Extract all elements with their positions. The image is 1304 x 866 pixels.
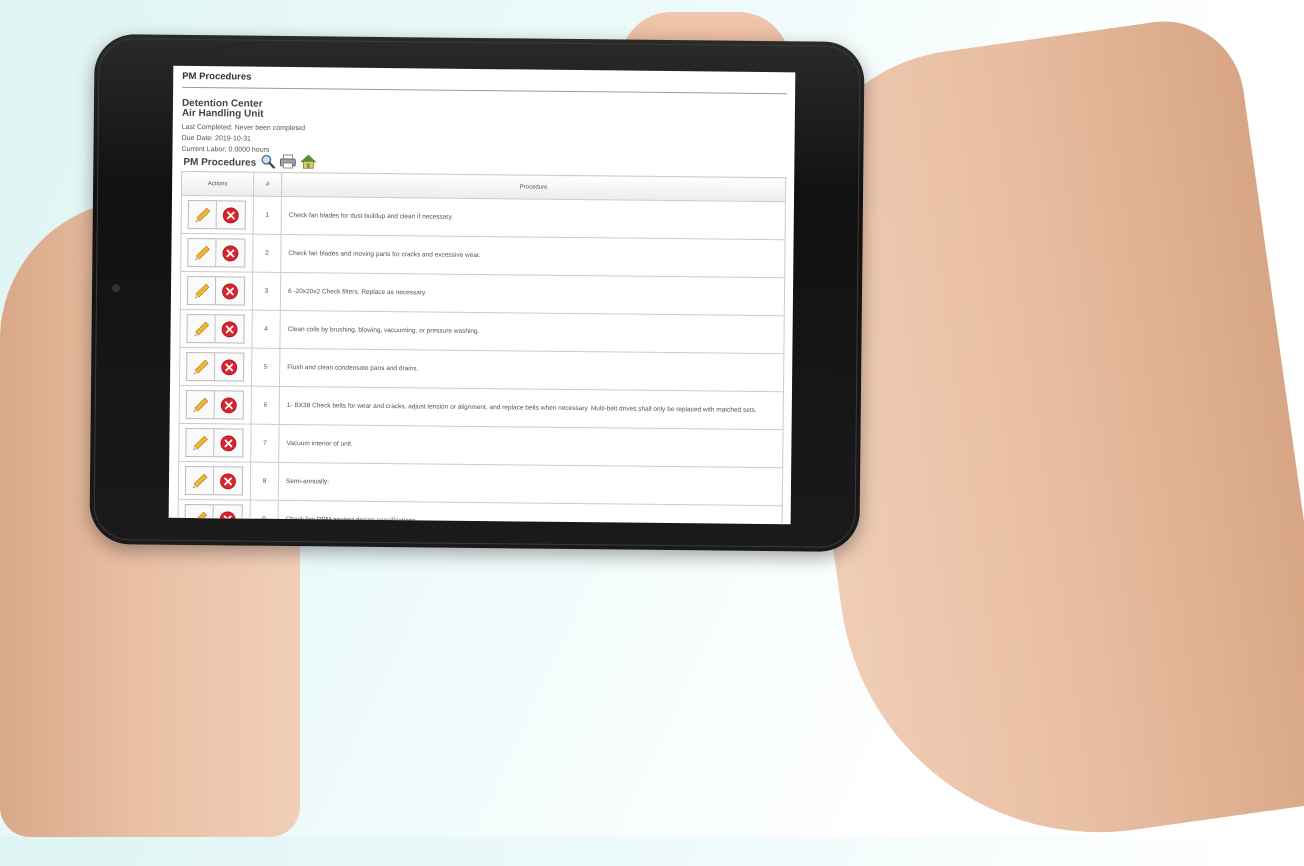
camera-icon bbox=[111, 284, 121, 293]
delete-icon bbox=[220, 397, 237, 413]
row-number: 8 bbox=[250, 462, 279, 501]
pencil-icon bbox=[192, 473, 207, 488]
edit-button[interactable] bbox=[185, 427, 215, 458]
row-number: 2 bbox=[252, 234, 282, 273]
table-row: 4 Clean coils by brushing, blowing, vacu… bbox=[179, 309, 785, 354]
row-procedure: 6 -20x20x2 Check filters. Replace as nec… bbox=[280, 272, 785, 316]
magnifier-icon[interactable] bbox=[260, 153, 275, 173]
delete-button[interactable] bbox=[213, 466, 244, 496]
row-number: 1 bbox=[253, 196, 282, 235]
row-procedure: Check fan blades for dust buildup and cl… bbox=[281, 196, 786, 240]
table-row: 6 1- BX38 Check belts for wear and crack… bbox=[179, 385, 784, 430]
col-num: # bbox=[253, 172, 282, 197]
edit-button[interactable] bbox=[184, 465, 215, 496]
pencil-icon bbox=[194, 245, 210, 260]
tablet-screen: PM Procedures Detention Center Air Handl… bbox=[168, 65, 796, 525]
pencil-icon bbox=[194, 321, 209, 336]
delete-icon bbox=[222, 283, 238, 299]
edit-button[interactable] bbox=[186, 351, 216, 382]
delete-button[interactable] bbox=[215, 276, 246, 306]
row-number: 7 bbox=[250, 424, 280, 463]
page-title: PM Procedures bbox=[182, 68, 788, 95]
edit-button[interactable] bbox=[187, 237, 217, 268]
row-procedure: Vacuum interior of unit. bbox=[278, 424, 784, 468]
table-row: 5 Flush and clean condensate pans and dr… bbox=[179, 347, 784, 392]
row-number: 3 bbox=[252, 272, 281, 311]
row-procedure: Semi-annually: bbox=[278, 462, 783, 506]
asset-header: Detention Center Air Handling Unit bbox=[182, 98, 787, 125]
delete-button[interactable] bbox=[214, 390, 244, 420]
table-row: 8 Semi-annually: bbox=[178, 461, 783, 506]
row-number: 5 bbox=[251, 348, 280, 387]
edit-button[interactable] bbox=[185, 389, 215, 420]
row-procedure: Flush and clean condensate pans and drai… bbox=[279, 348, 784, 392]
table-row: 3 6 -20x20x2 Check filters. Replace as n… bbox=[180, 271, 785, 316]
delete-button[interactable] bbox=[214, 428, 244, 458]
pencil-icon bbox=[193, 397, 208, 412]
delete-icon bbox=[221, 321, 238, 337]
row-actions bbox=[180, 233, 254, 273]
delete-button[interactable] bbox=[215, 352, 245, 382]
edit-button[interactable] bbox=[186, 275, 217, 306]
table-row: 7 Vacuum interior of unit. bbox=[178, 423, 784, 468]
table-row: 1 Check fan blades for dust buildup and … bbox=[181, 195, 786, 240]
delete-button[interactable] bbox=[216, 238, 246, 268]
delete-icon bbox=[222, 245, 239, 261]
edit-button[interactable] bbox=[187, 199, 217, 230]
row-number: 6 bbox=[251, 386, 280, 425]
row-actions bbox=[178, 423, 252, 463]
procedures-table: Actions # Procedure 1 Check fan blades f… bbox=[177, 171, 786, 525]
delete-icon bbox=[220, 473, 236, 489]
col-actions: Actions bbox=[181, 171, 254, 197]
row-actions bbox=[179, 347, 252, 387]
row-number: 4 bbox=[251, 310, 281, 349]
delete-icon bbox=[221, 359, 238, 375]
tablet-device: PM Procedures Detention Center Air Handl… bbox=[89, 33, 865, 553]
edit-button[interactable] bbox=[186, 313, 216, 344]
row-actions bbox=[178, 461, 251, 501]
pencil-icon bbox=[195, 207, 210, 222]
pencil-icon bbox=[192, 435, 208, 450]
row-actions bbox=[179, 385, 252, 425]
row-actions bbox=[179, 309, 253, 349]
row-procedure: 1- BX38 Check belts for wear and cracks,… bbox=[279, 386, 784, 430]
pencil-icon bbox=[194, 283, 209, 298]
printer-icon[interactable] bbox=[279, 153, 296, 173]
section-title: PM Procedures bbox=[183, 156, 257, 169]
delete-button[interactable] bbox=[216, 200, 246, 230]
row-procedure: Check fan blades and moving parts for cr… bbox=[280, 234, 786, 278]
delete-icon bbox=[220, 435, 237, 451]
delete-button[interactable] bbox=[215, 314, 245, 344]
row-actions bbox=[181, 195, 254, 235]
pencil-icon bbox=[193, 359, 209, 374]
row-actions bbox=[180, 271, 253, 311]
row-procedure: Clean coils by brushing, blowing, vacuum… bbox=[279, 310, 785, 354]
home-icon[interactable] bbox=[300, 154, 317, 174]
table-row: 2 Check fan blades and moving parts for … bbox=[180, 233, 786, 278]
delete-icon bbox=[222, 207, 239, 223]
